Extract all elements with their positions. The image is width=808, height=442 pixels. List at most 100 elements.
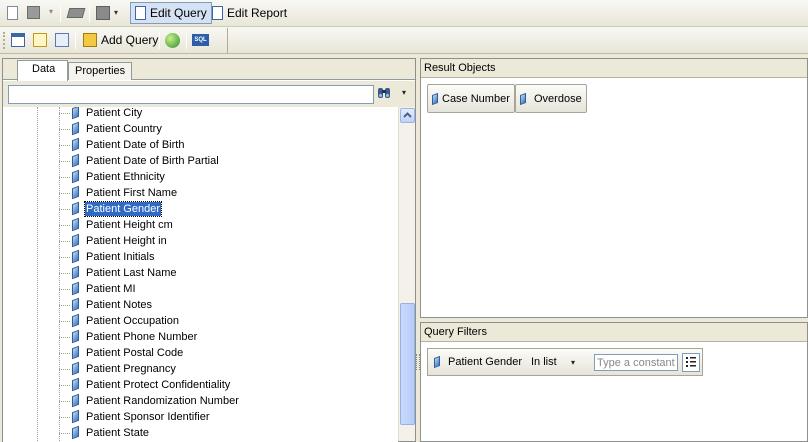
result-object-label: Case Number — [442, 92, 510, 105]
binoculars-icon[interactable] — [377, 86, 391, 99]
tab-data-label: Data — [32, 63, 56, 75]
layout-icon[interactable] — [96, 6, 110, 20]
tree-connector — [59, 385, 70, 386]
query-filter[interactable]: Patient Gender In list ▾ — [427, 348, 703, 376]
field-icon — [72, 169, 79, 184]
save-dropdown-icon[interactable]: ▾ — [49, 7, 53, 16]
tree-item-label: Patient City — [86, 107, 143, 119]
tree-item-label: Patient Occupation — [86, 315, 179, 327]
data-tree: Patient City Patient Country Patient Date … — [3, 107, 398, 442]
tree-connector — [59, 369, 70, 370]
tree-item[interactable]: Patient City — [3, 107, 398, 121]
scroll-up-arrow[interactable] — [400, 108, 415, 123]
view-structure-icon[interactable] — [11, 33, 25, 47]
filter-field-label: Patient Gender — [448, 356, 522, 368]
result-object-chip[interactable]: Case Number — [427, 84, 515, 113]
tree-connector — [59, 305, 70, 306]
save-icon[interactable] — [27, 6, 40, 19]
tree-item-label: Patient Initials — [86, 251, 155, 263]
tab-properties[interactable]: Properties — [68, 62, 133, 80]
filter-operator[interactable]: In list — [531, 356, 557, 368]
tree-item-label: Patient Postal Code — [86, 347, 184, 359]
field-icon — [72, 249, 79, 264]
data-panel: Data Properties ▾ Patient City Patient Co… — [2, 58, 416, 442]
tree-item[interactable]: Patient Pregnancy — [3, 361, 398, 377]
tree-connector — [59, 113, 70, 114]
data-manager-icon[interactable] — [55, 33, 69, 47]
edit-query-label: Edit Query — [150, 6, 207, 20]
result-objects-panel: Result Objects Case Number Overdose — [420, 58, 808, 318]
sql-icon[interactable]: SQL — [192, 34, 209, 46]
tree-item[interactable]: Patient Sponsor Identifier — [3, 409, 398, 425]
tree-item[interactable]: Patient Date of Birth — [3, 137, 398, 153]
list-values-icon[interactable] — [682, 353, 700, 372]
tree-item-label: Patient Gender — [84, 201, 162, 217]
tree-item[interactable]: Patient Last Name — [3, 265, 398, 281]
operator-dropdown-icon[interactable]: ▾ — [571, 358, 575, 367]
tree-item[interactable]: Patient Postal Code — [3, 345, 398, 361]
tab-data[interactable]: Data — [17, 60, 69, 81]
add-query-icon — [83, 33, 97, 47]
tree-item-label: Patient Sponsor Identifier — [86, 411, 210, 423]
result-object-chip[interactable]: Overdose — [515, 84, 587, 113]
tree-item-label: Patient Protect Confidentiality — [86, 379, 231, 391]
search-options-dropdown-icon[interactable]: ▾ — [402, 88, 406, 97]
tree-item[interactable]: Patient Occupation — [3, 313, 398, 329]
tree-item[interactable]: Patient Country — [3, 121, 398, 137]
edit-report-icon — [212, 6, 223, 20]
tree-connector — [59, 433, 70, 434]
tree-item-label: Patient Date of Birth — [86, 139, 185, 151]
tree-connector — [59, 321, 70, 322]
tree-item[interactable]: Patient Ethnicity — [3, 169, 398, 185]
print-icon[interactable] — [66, 8, 86, 18]
field-icon — [72, 345, 79, 360]
tree-item[interactable]: Patient Protect Confidentiality — [3, 377, 398, 393]
add-query-button[interactable]: Add Query — [79, 29, 162, 51]
tree-item[interactable]: Patient Height in — [3, 233, 398, 249]
toolbar-grip — [3, 32, 6, 49]
field-icon — [72, 153, 79, 168]
field-icon — [72, 185, 79, 200]
tree-item[interactable]: Patient Initials — [3, 249, 398, 265]
tree-item-label: Patient First Name — [86, 187, 178, 199]
query-filters-panel: Query Filters Patient Gender In list ▾ — [420, 322, 808, 442]
tree-item-label: Patient State — [86, 427, 149, 439]
add-query-label: Add Query — [101, 33, 159, 47]
query-filters-title: Query Filters — [421, 323, 807, 342]
tree-connector — [59, 177, 70, 178]
view-data-icon[interactable] — [33, 33, 47, 47]
tree-connector — [59, 417, 70, 418]
field-icon — [72, 281, 79, 296]
field-icon — [72, 425, 79, 440]
tree-item[interactable]: Patient State — [3, 425, 398, 441]
tree-item[interactable]: Patient Phone Number — [3, 329, 398, 345]
refresh-icon[interactable] — [165, 33, 180, 48]
field-icon — [72, 233, 79, 248]
field-icon — [432, 92, 438, 105]
field-icon — [72, 137, 79, 152]
layout-dropdown-icon[interactable]: ▾ — [114, 8, 118, 17]
tree-item[interactable]: Patient Date of Birth Partial — [3, 153, 398, 169]
tree-item[interactable]: Patient Notes — [3, 297, 398, 313]
field-icon — [72, 265, 79, 280]
tree-item-label: Patient Last Name — [86, 267, 177, 279]
search-input[interactable] — [8, 85, 374, 104]
tree-item[interactable]: Patient Gender — [3, 201, 398, 217]
vertical-scrollbar[interactable] — [398, 107, 415, 441]
field-icon — [72, 313, 79, 328]
field-icon — [72, 217, 79, 232]
new-document-icon[interactable] — [7, 6, 18, 20]
tree-item[interactable]: Patient Randomization Number — [3, 393, 398, 409]
tree-connector — [59, 401, 70, 402]
constant-input[interactable] — [594, 354, 678, 371]
tree-item[interactable]: Patient Height cm — [3, 217, 398, 233]
tree-item-label: Patient Phone Number — [86, 331, 198, 343]
scroll-thumb[interactable] — [400, 303, 415, 425]
field-icon — [434, 355, 440, 369]
tree-item[interactable]: Patient First Name — [3, 185, 398, 201]
toolbar-end-edge — [222, 28, 228, 53]
tree-item-label: Patient Country — [86, 123, 162, 135]
edit-query-button[interactable]: Edit Query — [130, 2, 212, 24]
edit-report-button[interactable]: Edit Report — [208, 2, 291, 24]
tree-item[interactable]: Patient MI — [3, 281, 398, 297]
